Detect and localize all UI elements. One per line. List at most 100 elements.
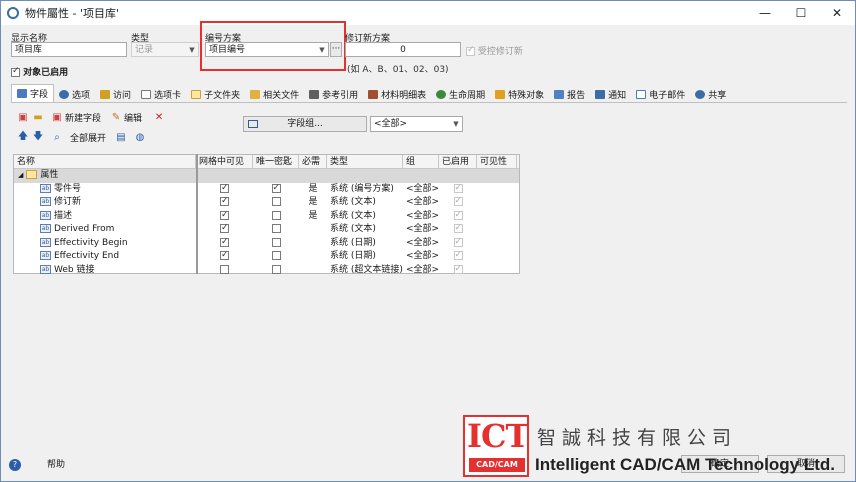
table-row[interactable]: ab修订新 是 系统 (文本) <全部> <box>14 196 519 210</box>
cell-type: 系统 (超文本链接) <box>330 264 403 275</box>
tab-access[interactable]: 访问 <box>95 86 136 102</box>
cell-type: 系统 (编号方案) <box>330 183 394 194</box>
table-row[interactable]: abDerived From 系统 (文本) <全部> <box>14 223 519 237</box>
group-row[interactable]: ◢ 属性 <box>14 169 519 183</box>
maximize-button[interactable]: ☐ <box>783 1 819 25</box>
cell-visible-in-grid[interactable] <box>196 250 253 264</box>
close-button[interactable]: ✕ <box>819 1 855 25</box>
column-header-enabled[interactable]: 已启用 <box>439 155 477 168</box>
cell-required: 是 <box>308 197 318 207</box>
cell-name: ab 零件号 <box>40 183 82 194</box>
tab-related-files[interactable]: 相关文件 <box>245 86 304 102</box>
tab-lifecycle[interactable]: 生命周期 <box>431 86 490 102</box>
tab-email[interactable]: 电子邮件 <box>631 86 690 102</box>
tab-options[interactable]: 选项 <box>54 86 95 102</box>
tab-fields[interactable]: 字段 <box>11 84 55 102</box>
cell-visibility <box>477 196 517 210</box>
cell-enabled <box>439 223 477 237</box>
cell-unique-key[interactable] <box>253 264 299 278</box>
tab-subfolders[interactable]: 子文件夹 <box>186 86 245 102</box>
column-header-unique-key[interactable]: 唯一密匙 <box>253 155 299 168</box>
type-value: 记录 <box>135 45 154 55</box>
checkbox-icon[interactable] <box>271 224 281 233</box>
help-icon[interactable]: ? <box>9 459 21 471</box>
cell-unique-key[interactable] <box>253 250 299 264</box>
cell-visible-in-grid[interactable] <box>196 223 253 237</box>
column-header-visibility[interactable]: 可见性 <box>477 155 517 168</box>
cell-visible-in-grid[interactable] <box>196 210 253 224</box>
checkbox-icon <box>466 45 475 56</box>
checkbox-icon[interactable] <box>220 183 229 195</box>
open-folder-icon[interactable]: ▬ <box>32 112 44 124</box>
checkbox-icon[interactable] <box>220 223 229 235</box>
cell-unique-key[interactable] <box>253 223 299 237</box>
cell-type: 系统 (日期) <box>330 251 376 261</box>
checkbox-icon[interactable] <box>220 210 229 222</box>
tab-bom[interactable]: 材料明细表 <box>363 86 431 102</box>
cell-required: 是 <box>308 210 318 221</box>
column-header-visible-in-grid[interactable]: 网格中可见 <box>196 155 253 168</box>
checkbox-icon[interactable] <box>271 237 281 247</box>
checkbox-icon[interactable] <box>220 264 229 274</box>
revision-input[interactable]: 0 <box>345 42 461 57</box>
field-icon: ab <box>40 251 51 260</box>
tab-tabs[interactable]: 选项卡 <box>136 86 186 102</box>
search-icon[interactable]: ⌕ <box>51 132 63 144</box>
checkbox-icon[interactable] <box>271 264 281 274</box>
table-row[interactable]: abEffectivity End 系统 (日期) <全部> <box>14 250 519 264</box>
cell-visible-in-grid[interactable] <box>196 196 253 210</box>
column-header-group[interactable]: 组 <box>403 155 439 168</box>
cell-visible-in-grid[interactable] <box>196 237 253 251</box>
display-name-input[interactable]: 项目库 <box>11 42 127 57</box>
checkbox-icon[interactable] <box>271 251 281 260</box>
cell-unique-key[interactable] <box>253 183 299 197</box>
cell-required <box>299 223 327 237</box>
enabled-checkbox[interactable]: 对象已启用 <box>11 65 68 78</box>
cell-unique-key[interactable] <box>253 237 299 251</box>
tab-reports[interactable]: 报告 <box>549 86 590 102</box>
cell-visible-in-grid[interactable] <box>196 183 253 197</box>
minimize-button[interactable]: — <box>747 1 783 25</box>
checkbox-icon[interactable] <box>271 210 281 220</box>
table-row[interactable]: abEffectivity Begin 系统 (日期) <全部> <box>14 237 519 251</box>
cell-visible-in-grid[interactable] <box>196 264 253 278</box>
checkbox-icon[interactable] <box>271 183 281 195</box>
help-button[interactable]: 帮助 <box>47 457 65 470</box>
delete-icon[interactable]: ✕ <box>153 112 165 124</box>
group-filter-select[interactable]: <全部> ▼ <box>370 116 463 132</box>
column-header-type[interactable]: 类型 <box>327 155 403 168</box>
edit-button[interactable]: ✎ 编辑 <box>110 111 142 124</box>
checkbox-icon[interactable] <box>220 250 229 262</box>
expand-all-button[interactable]: 全部展开 <box>70 131 106 144</box>
checkbox-icon <box>453 210 463 222</box>
properties-icon[interactable]: ▤ <box>115 132 127 144</box>
checkbox-icon[interactable] <box>220 237 229 249</box>
table-row[interactable]: ab Web 链接 系统 (超文本链接) <全部> <box>14 264 519 278</box>
toolbar-row-1: ▣ ▬ ▣ 新建字段 ✎ 编辑 ✕ <box>17 111 165 124</box>
tab-share[interactable]: 共享 <box>690 86 731 102</box>
column-header-required[interactable]: 必需 <box>299 155 327 168</box>
checkbox-icon[interactable] <box>220 196 229 208</box>
new-object-icon[interactable]: ▣ <box>17 112 29 124</box>
move-up-icon[interactable]: 🡅 <box>17 131 29 144</box>
move-down-icon[interactable]: 🡇 <box>32 131 44 144</box>
tab-notifications[interactable]: 通知 <box>590 86 631 102</box>
cell-visibility <box>477 223 517 237</box>
group-filter-value: <全部> <box>374 119 408 129</box>
collapse-icon[interactable]: ◢ <box>18 171 23 179</box>
table-row[interactable]: ab描述 是 系统 (文本) <全部> <box>14 210 519 224</box>
cell-type: 系统 (文本) <box>330 197 376 207</box>
cell-unique-key[interactable] <box>253 196 299 210</box>
globe-icon[interactable]: ◍ <box>134 132 146 144</box>
tab-references[interactable]: 参考引用 <box>304 86 363 102</box>
new-field-button[interactable]: ▣ 新建字段 <box>51 111 101 124</box>
table-row[interactable]: ab零件号 是 系统 (编号方案) <全部> <box>14 183 519 197</box>
column-header-name[interactable]: 名称 <box>14 155 196 168</box>
type-select: 记录 ▼ <box>131 42 199 57</box>
checkbox-icon <box>453 223 463 235</box>
field-group-button[interactable]: 字段组... <box>243 116 367 132</box>
tab-special-objects[interactable]: 特殊对象 <box>490 86 549 102</box>
cell-enabled <box>439 237 477 251</box>
cell-unique-key[interactable] <box>253 210 299 224</box>
checkbox-icon[interactable] <box>271 197 281 206</box>
